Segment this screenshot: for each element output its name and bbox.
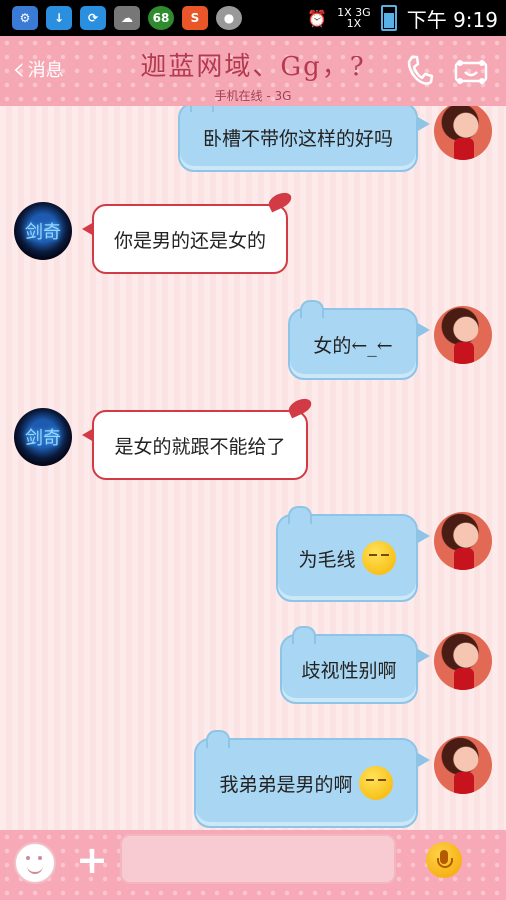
message-bubble-sent[interactable]: 歧视性别啊 [280,626,430,704]
my-avatar[interactable] [434,736,492,794]
smiley-icon[interactable] [14,842,56,884]
message-text: 是女的就跟不能给了 [114,435,286,458]
message-text: 为毛线 [298,548,356,571]
my-avatar[interactable] [434,306,492,364]
message-input[interactable] [120,834,396,884]
my-avatar[interactable] [434,632,492,690]
message-text: 女的←_← [313,334,393,357]
message-bubble-received[interactable]: 你是男的还是女的 [82,204,288,274]
message-bubble-sent[interactable]: 为毛线 [276,506,430,602]
message-bubble-received[interactable]: 是女的就跟不能给了 [82,410,308,480]
message-bubble-sent[interactable]: 女的←_← [288,300,430,380]
online-status: 手机在线 - 3G [214,89,292,103]
microphone-icon[interactable] [426,842,462,878]
input-bar: + [0,816,506,900]
profile-card-icon[interactable] [454,58,488,84]
plus-icon[interactable]: + [74,841,110,879]
media-icon: ● [216,6,242,30]
contact-avatar[interactable]: 剑奇 [14,202,72,260]
message-text: 你是男的还是女的 [113,229,266,252]
message-text: 卧槽不带你这样的好吗 [202,127,393,150]
app-notification-icon: ⚙ [12,6,38,30]
battery-icon [380,5,397,31]
message-bubble-sent[interactable]: 卧槽不带你这样的好吗 [178,106,430,172]
security-badge-icon: 68 [148,6,174,30]
alarm-icon: ⏰ [307,8,328,28]
message-text: 歧视性别啊 [301,659,397,682]
phone-icon[interactable] [404,54,434,88]
contact-avatar-label: 剑奇 [25,428,61,449]
download-icon: ↓ [46,6,72,30]
sogou-icon: S [182,6,208,30]
smug-face-emoji-icon [361,541,396,575]
contact-avatar[interactable]: 剑奇 [14,408,72,466]
message-list[interactable]: 卧槽不带你这样的好吗 剑奇 你是男的还是女的 女的←_← 剑奇 是女的就跟不能给… [0,106,506,830]
sync-icon: ⟳ [80,6,106,30]
smug-face-emoji-icon [358,766,393,800]
contact-avatar-label: 剑奇 [25,222,61,243]
my-avatar[interactable] [434,512,492,570]
network-indicator: 1X 3G 1X [337,6,371,30]
my-avatar[interactable] [434,106,492,160]
status-bar: ⚙ ↓ ⟳ ☁ 68 S ● ⏰ 1X 3G 1X 下午 9:19 [0,0,506,36]
clock: 下午 9:19 [406,7,498,32]
message-text: 我弟弟是男的啊 [219,773,353,796]
chat-header: ‹ 消息 迦蓝网域、Gg，? 手机在线 - 3G [0,36,506,106]
message-bubble-sent[interactable]: 我弟弟是男的啊 [194,730,430,828]
cloud-icon: ☁ [114,6,140,30]
